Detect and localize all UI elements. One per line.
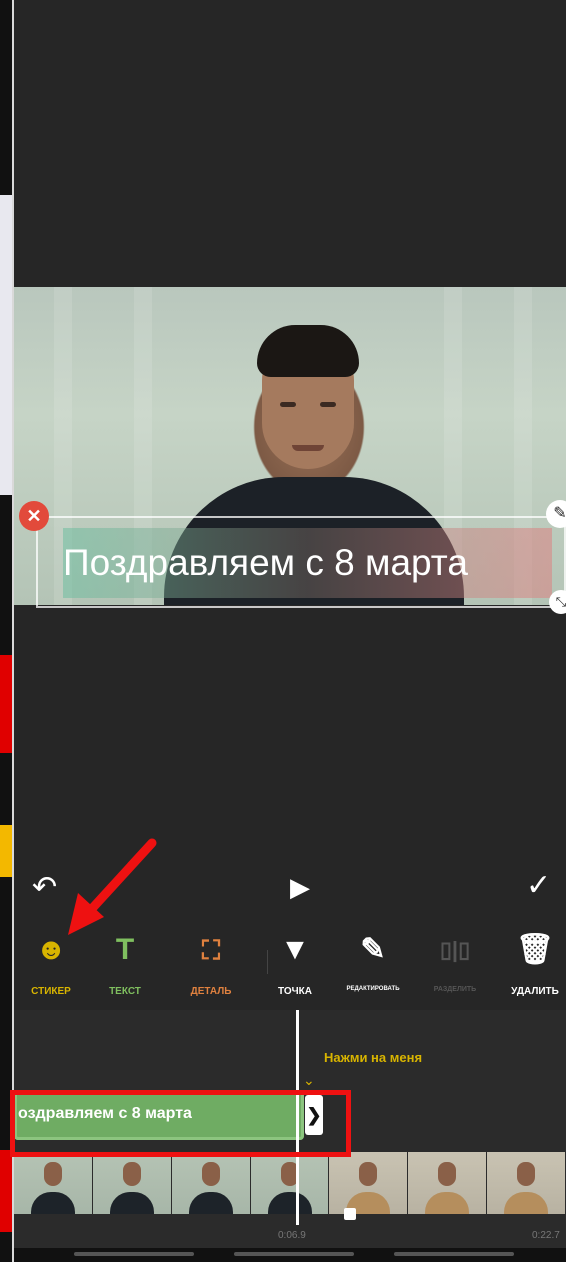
filmstrip-frame [250,1152,330,1214]
nav-pill[interactable] [234,1252,354,1256]
filmstrip-frame [329,1152,409,1214]
trash-icon: 🗑 [515,933,555,966]
tool-split-label: РАЗДЕЛИТЬ [433,986,477,993]
tool-detail-label: ДЕТАЛЬ [190,986,232,997]
video-editor: Поздравляем с 8 марта ✕ ✎ ⤡ ↶ ▶ ✓ ☻ СТИК… [14,0,566,1262]
filmstrip-frame [487,1152,566,1214]
filmstrip-frame [92,1152,172,1214]
check-icon[interactable]: ✓ [526,868,551,903]
person-eye [280,402,296,407]
tool-sticker-label: СТИКЕР [31,986,71,997]
play-icon[interactable]: ▶ [290,872,310,903]
pencil-icon: ✎ [360,933,386,966]
nav-pill[interactable] [74,1252,194,1256]
tool-edit-label: РЕДАКТИРОВАТЬ [346,986,400,992]
tool-sticker[interactable]: ☻ СТИКЕР [14,930,88,997]
current-time: 0:06.9 [278,1230,306,1241]
tool-point-label: ТОЧКА [278,986,312,997]
hint-text: Нажми на меня [324,1050,423,1065]
resize-icon[interactable]: ⤡ [549,590,566,614]
tool-delete[interactable]: 🗑 УДАЛИТЬ [498,930,566,997]
toolbar: ☻ СТИКЕР T ТЕКСТ ⛶ ДЕТАЛЬ ▼ ТОЧКА ✎ РЕДА… [14,930,566,1005]
person-mouth [292,445,324,451]
tool-text-label: ТЕКСТ [109,986,141,997]
split-icon: ▯|▯ [439,937,471,962]
text-icon: T [115,933,135,966]
annotation-highlight-box [10,1090,351,1157]
caption-sticker[interactable]: Поздравляем с 8 марта [36,516,566,608]
left-edge-red-panel-bottom [0,1150,12,1232]
keyframe-marker[interactable] [344,1208,356,1220]
caption-text: Поздравляем с 8 марта [63,528,552,598]
left-edge-light-panel [0,195,12,495]
filmstrip-frame [408,1152,488,1214]
detail-icon: ⛶ [201,935,221,965]
tool-detail[interactable]: ⛶ ДЕТАЛЬ [174,930,248,997]
tool-text[interactable]: T ТЕКСТ [88,930,162,997]
filmstrip-frame [171,1152,251,1214]
undo-icon[interactable]: ↶ [32,870,57,905]
left-edge-strip [0,0,14,1262]
tool-point[interactable]: ▼ ТОЧКА [258,930,332,997]
video-filmstrip[interactable] [14,1152,566,1214]
nav-pill[interactable] [394,1252,514,1256]
system-navigation-bar [14,1248,566,1262]
tool-edit[interactable]: ✎ РЕДАКТИРОВАТЬ [336,930,410,992]
left-edge-yellow-panel [0,825,12,877]
pencil-icon[interactable]: ✎ [546,500,566,528]
sticker-icon: ☻ [35,933,67,966]
total-time: 0:22.7 [532,1230,560,1241]
tool-split[interactable]: ▯|▯ РАЗДЕЛИТЬ [418,930,492,993]
toolbar-divider [267,950,268,974]
left-edge-red-panel [0,655,12,753]
chevron-down-icon: ⌄ [303,1072,315,1088]
tool-delete-label: УДАЛИТЬ [511,986,559,997]
close-icon[interactable]: ✕ [19,501,49,531]
filmstrip-frame [14,1152,93,1214]
person-eye [320,402,336,407]
point-icon: ▼ [280,933,310,966]
person-hair [257,325,359,377]
